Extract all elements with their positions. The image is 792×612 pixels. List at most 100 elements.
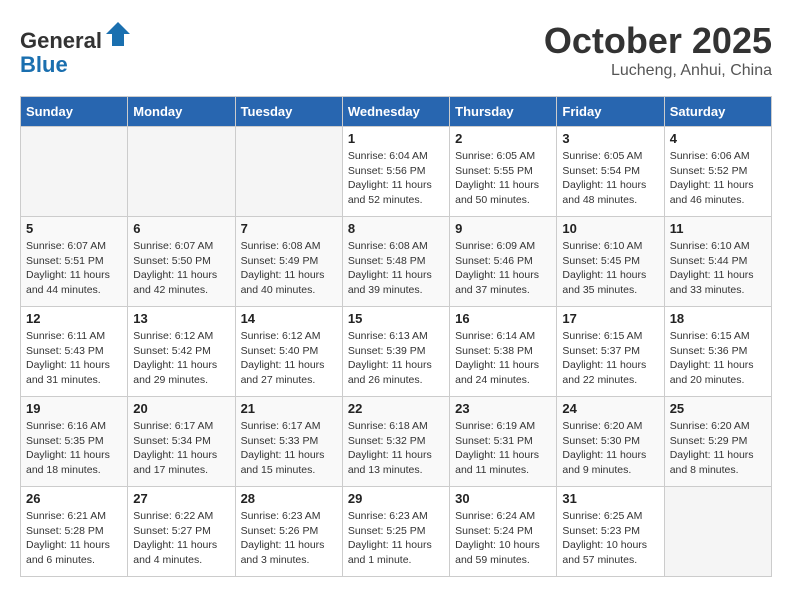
day-number: 1 <box>348 131 444 146</box>
day-info: Sunrise: 6:19 AM Sunset: 5:31 PM Dayligh… <box>455 419 551 478</box>
calendar-subtitle: Lucheng, Anhui, China <box>544 62 772 80</box>
day-number: 13 <box>133 311 229 326</box>
day-number: 20 <box>133 401 229 416</box>
day-number: 7 <box>241 221 337 236</box>
day-cell: 2 Sunrise: 6:05 AM Sunset: 5:55 PM Daylig… <box>450 127 557 217</box>
day-cell: 20 Sunrise: 6:17 AM Sunset: 5:34 PM Dayli… <box>128 397 235 487</box>
day-number: 24 <box>562 401 658 416</box>
day-cell: 8 Sunrise: 6:08 AM Sunset: 5:48 PM Daylig… <box>342 217 449 307</box>
day-info: Sunrise: 6:22 AM Sunset: 5:27 PM Dayligh… <box>133 509 229 568</box>
day-cell: 23 Sunrise: 6:19 AM Sunset: 5:31 PM Dayli… <box>450 397 557 487</box>
day-cell: 30 Sunrise: 6:24 AM Sunset: 5:24 PM Dayli… <box>450 487 557 577</box>
day-number: 18 <box>670 311 766 326</box>
day-cell: 31 Sunrise: 6:25 AM Sunset: 5:23 PM Dayli… <box>557 487 664 577</box>
day-info: Sunrise: 6:20 AM Sunset: 5:30 PM Dayligh… <box>562 419 658 478</box>
day-info: Sunrise: 6:25 AM Sunset: 5:23 PM Dayligh… <box>562 509 658 568</box>
day-number: 25 <box>670 401 766 416</box>
day-info: Sunrise: 6:20 AM Sunset: 5:29 PM Dayligh… <box>670 419 766 478</box>
calendar-table: SundayMondayTuesdayWednesdayThursdayFrid… <box>20 96 772 577</box>
day-info: Sunrise: 6:24 AM Sunset: 5:24 PM Dayligh… <box>455 509 551 568</box>
day-number: 15 <box>348 311 444 326</box>
day-number: 11 <box>670 221 766 236</box>
day-info: Sunrise: 6:05 AM Sunset: 5:55 PM Dayligh… <box>455 149 551 208</box>
day-number: 9 <box>455 221 551 236</box>
day-info: Sunrise: 6:23 AM Sunset: 5:25 PM Dayligh… <box>348 509 444 568</box>
day-number: 28 <box>241 491 337 506</box>
weekday-header-sunday: Sunday <box>21 97 128 127</box>
calendar-title: October 2025 <box>544 20 772 62</box>
day-cell: 1 Sunrise: 6:04 AM Sunset: 5:56 PM Daylig… <box>342 127 449 217</box>
day-cell: 14 Sunrise: 6:12 AM Sunset: 5:40 PM Dayli… <box>235 307 342 397</box>
day-cell: 24 Sunrise: 6:20 AM Sunset: 5:30 PM Dayli… <box>557 397 664 487</box>
day-cell: 9 Sunrise: 6:09 AM Sunset: 5:46 PM Daylig… <box>450 217 557 307</box>
day-cell: 13 Sunrise: 6:12 AM Sunset: 5:42 PM Dayli… <box>128 307 235 397</box>
day-cell: 18 Sunrise: 6:15 AM Sunset: 5:36 PM Dayli… <box>664 307 771 397</box>
day-cell: 21 Sunrise: 6:17 AM Sunset: 5:33 PM Dayli… <box>235 397 342 487</box>
day-info: Sunrise: 6:12 AM Sunset: 5:42 PM Dayligh… <box>133 329 229 388</box>
day-number: 26 <box>26 491 122 506</box>
day-info: Sunrise: 6:21 AM Sunset: 5:28 PM Dayligh… <box>26 509 122 568</box>
day-number: 29 <box>348 491 444 506</box>
day-cell: 27 Sunrise: 6:22 AM Sunset: 5:27 PM Dayli… <box>128 487 235 577</box>
day-info: Sunrise: 6:08 AM Sunset: 5:49 PM Dayligh… <box>241 239 337 298</box>
day-number: 3 <box>562 131 658 146</box>
week-row-5: 26 Sunrise: 6:21 AM Sunset: 5:28 PM Dayli… <box>21 487 772 577</box>
day-cell: 10 Sunrise: 6:10 AM Sunset: 5:45 PM Dayli… <box>557 217 664 307</box>
day-cell: 28 Sunrise: 6:23 AM Sunset: 5:26 PM Dayli… <box>235 487 342 577</box>
weekday-header-row: SundayMondayTuesdayWednesdayThursdayFrid… <box>21 97 772 127</box>
day-number: 23 <box>455 401 551 416</box>
week-row-2: 5Sunrise: 6:07 AM Sunset: 5:51 PM Daylig… <box>21 217 772 307</box>
day-number: 10 <box>562 221 658 236</box>
day-number: 31 <box>562 491 658 506</box>
title-block: October 2025 Lucheng, Anhui, China <box>544 20 772 80</box>
week-row-1: 1 Sunrise: 6:04 AM Sunset: 5:56 PM Daylig… <box>21 127 772 217</box>
day-info: Sunrise: 6:09 AM Sunset: 5:46 PM Dayligh… <box>455 239 551 298</box>
day-cell: 15Sunrise: 6:13 AM Sunset: 5:39 PM Dayli… <box>342 307 449 397</box>
logo: General Blue <box>20 20 132 77</box>
day-cell: 4Sunrise: 6:06 AM Sunset: 5:52 PM Daylig… <box>664 127 771 217</box>
day-number: 19 <box>26 401 122 416</box>
day-cell <box>664 487 771 577</box>
day-number: 14 <box>241 311 337 326</box>
weekday-header-wednesday: Wednesday <box>342 97 449 127</box>
weekday-header-friday: Friday <box>557 97 664 127</box>
day-number: 27 <box>133 491 229 506</box>
day-cell: 7 Sunrise: 6:08 AM Sunset: 5:49 PM Daylig… <box>235 217 342 307</box>
day-info: Sunrise: 6:15 AM Sunset: 5:36 PM Dayligh… <box>670 329 766 388</box>
day-number: 8 <box>348 221 444 236</box>
day-info: Sunrise: 6:10 AM Sunset: 5:45 PM Dayligh… <box>562 239 658 298</box>
day-number: 16 <box>455 311 551 326</box>
day-info: Sunrise: 6:18 AM Sunset: 5:32 PM Dayligh… <box>348 419 444 478</box>
day-cell: 6 Sunrise: 6:07 AM Sunset: 5:50 PM Daylig… <box>128 217 235 307</box>
day-info: Sunrise: 6:05 AM Sunset: 5:54 PM Dayligh… <box>562 149 658 208</box>
day-info: Sunrise: 6:07 AM Sunset: 5:50 PM Dayligh… <box>133 239 229 298</box>
day-info: Sunrise: 6:17 AM Sunset: 5:34 PM Dayligh… <box>133 419 229 478</box>
day-cell <box>128 127 235 217</box>
logo-general: General <box>20 28 102 53</box>
day-info: Sunrise: 6:12 AM Sunset: 5:40 PM Dayligh… <box>241 329 337 388</box>
day-number: 21 <box>241 401 337 416</box>
day-info: Sunrise: 6:23 AM Sunset: 5:26 PM Dayligh… <box>241 509 337 568</box>
day-info: Sunrise: 6:04 AM Sunset: 5:56 PM Dayligh… <box>348 149 444 208</box>
day-cell <box>21 127 128 217</box>
week-row-4: 19Sunrise: 6:16 AM Sunset: 5:35 PM Dayli… <box>21 397 772 487</box>
day-cell: 5Sunrise: 6:07 AM Sunset: 5:51 PM Daylig… <box>21 217 128 307</box>
day-info: Sunrise: 6:10 AM Sunset: 5:44 PM Dayligh… <box>670 239 766 298</box>
day-cell: 12Sunrise: 6:11 AM Sunset: 5:43 PM Dayli… <box>21 307 128 397</box>
day-cell: 16Sunrise: 6:14 AM Sunset: 5:38 PM Dayli… <box>450 307 557 397</box>
day-cell: 3 Sunrise: 6:05 AM Sunset: 5:54 PM Daylig… <box>557 127 664 217</box>
weekday-header-thursday: Thursday <box>450 97 557 127</box>
day-cell: 22Sunrise: 6:18 AM Sunset: 5:32 PM Dayli… <box>342 397 449 487</box>
day-info: Sunrise: 6:17 AM Sunset: 5:33 PM Dayligh… <box>241 419 337 478</box>
logo-icon <box>104 20 132 48</box>
logo-blue: Blue <box>20 52 68 77</box>
day-cell: 19Sunrise: 6:16 AM Sunset: 5:35 PM Dayli… <box>21 397 128 487</box>
day-info: Sunrise: 6:08 AM Sunset: 5:48 PM Dayligh… <box>348 239 444 298</box>
page-header: General Blue October 2025 Lucheng, Anhui… <box>20 20 772 80</box>
day-number: 6 <box>133 221 229 236</box>
day-cell: 25 Sunrise: 6:20 AM Sunset: 5:29 PM Dayli… <box>664 397 771 487</box>
day-number: 30 <box>455 491 551 506</box>
day-number: 17 <box>562 311 658 326</box>
day-number: 2 <box>455 131 551 146</box>
weekday-header-saturday: Saturday <box>664 97 771 127</box>
